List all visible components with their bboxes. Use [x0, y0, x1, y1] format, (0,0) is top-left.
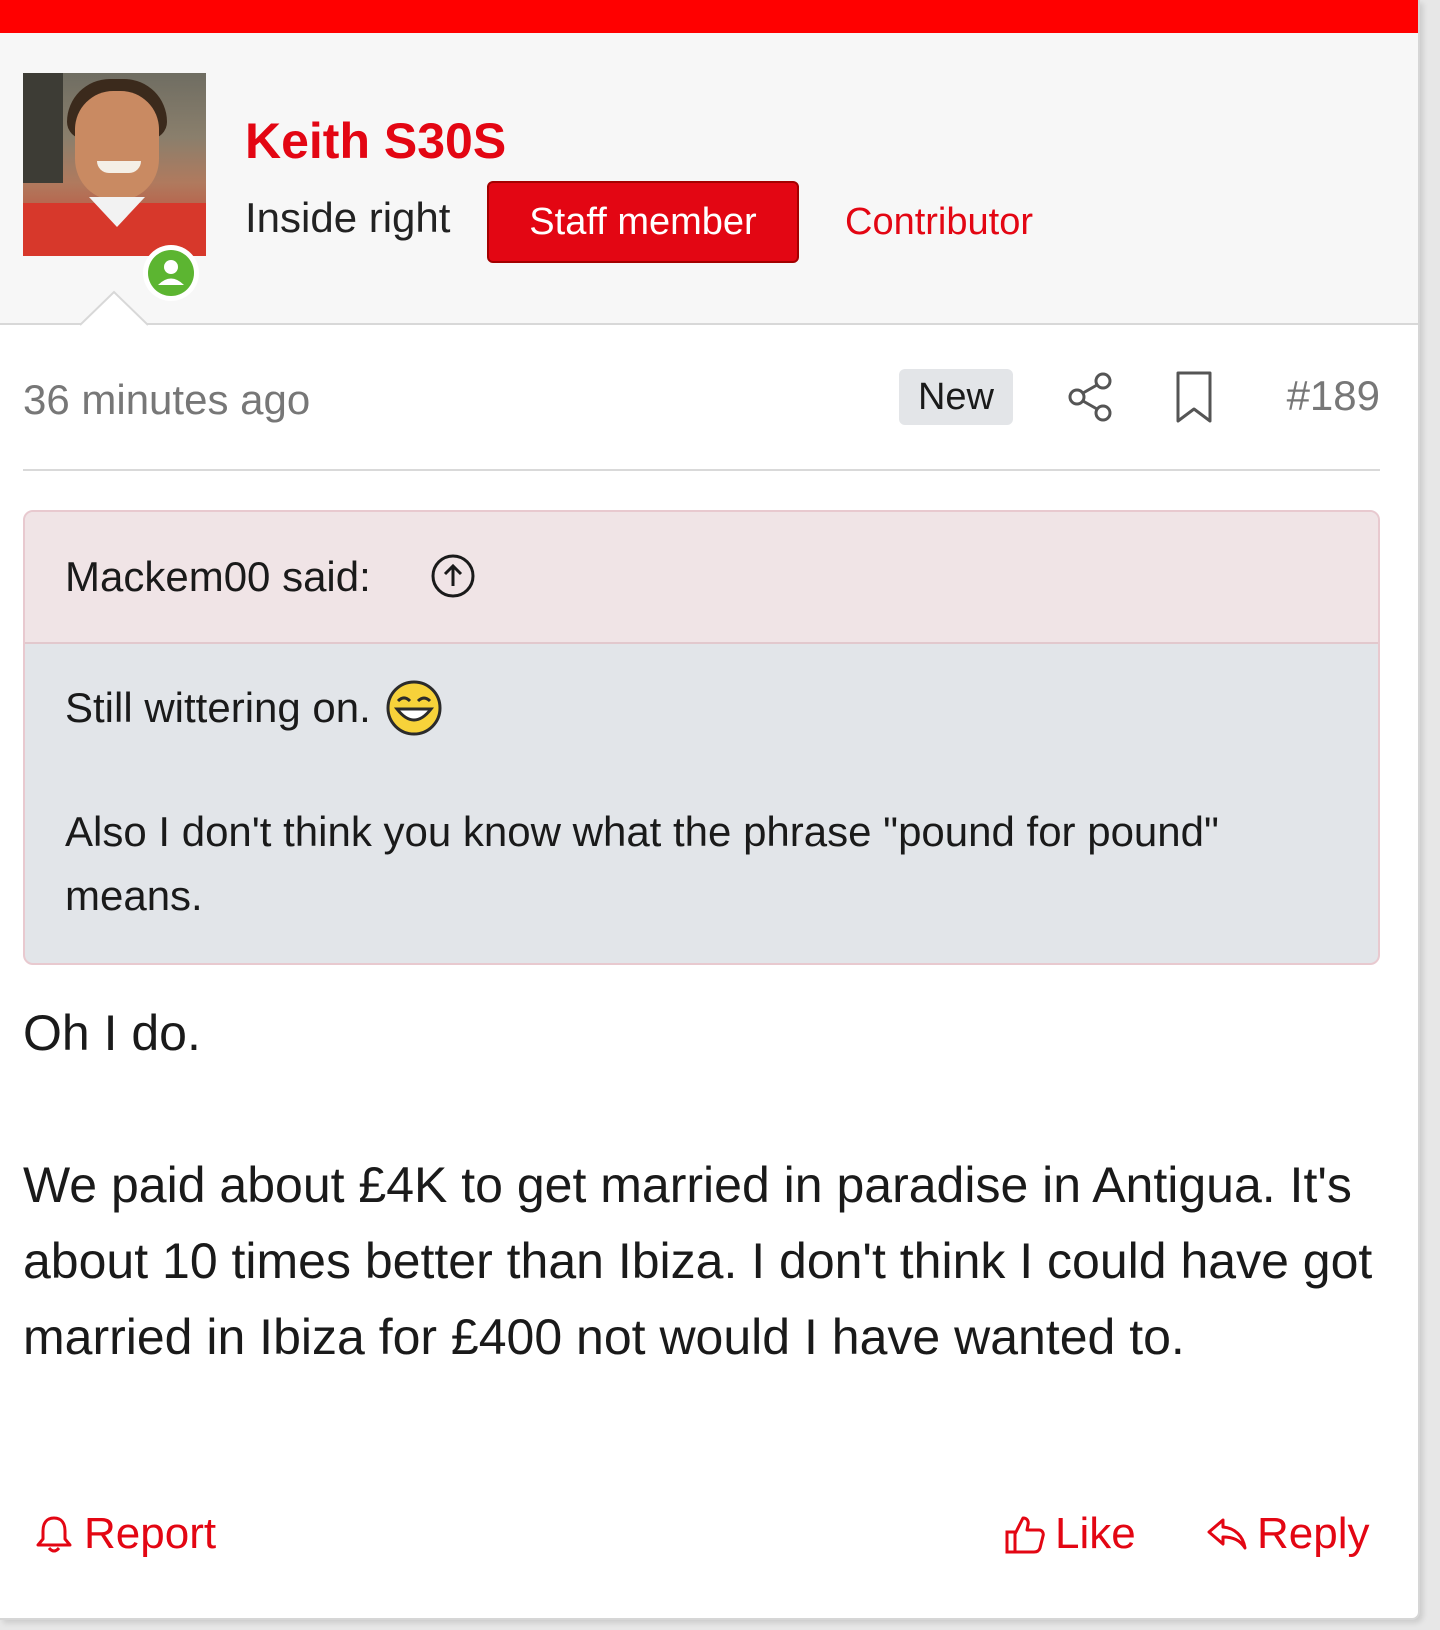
- header-pointer-arrow: [80, 290, 148, 326]
- post-number-link[interactable]: #189: [1287, 371, 1380, 421]
- new-badge: New: [899, 369, 1013, 425]
- message-paragraph: Oh I do.: [23, 1005, 201, 1061]
- post-timestamp[interactable]: 36 minutes ago: [23, 375, 310, 425]
- quote-body: Still wittering on. Also I don't think y…: [25, 644, 1378, 928]
- laughing-smiley-icon: [386, 680, 442, 736]
- bell-icon: [36, 1516, 72, 1553]
- reply-button[interactable]: Reply: [1205, 1506, 1370, 1562]
- report-button[interactable]: Report: [32, 1506, 216, 1562]
- reply-label: Reply: [1257, 1509, 1370, 1558]
- user-title: Inside right: [245, 194, 451, 241]
- top-accent-bar: [0, 0, 1418, 33]
- arrow-up-circle-icon[interactable]: [429, 552, 477, 600]
- post-actions: Report Like Reply: [0, 1498, 1418, 1568]
- like-label: Like: [1055, 1509, 1136, 1558]
- forum-post: Keith S30S Inside right Staff member Con…: [0, 0, 1420, 1620]
- staff-member-badge: Staff member: [487, 181, 799, 263]
- message-paragraph: We paid about £4K to get married in para…: [23, 1157, 1373, 1365]
- quote-header: Mackem00 said:: [25, 512, 1378, 644]
- reply-arrow-icon: [1207, 1518, 1247, 1550]
- username-link[interactable]: Keith S30S: [245, 111, 506, 171]
- online-user-icon: [143, 245, 199, 301]
- post-meta-row: 36 minutes ago New #189: [23, 345, 1380, 471]
- quote-author[interactable]: Mackem00 said:: [65, 552, 371, 602]
- quote-text-line: Still wittering on.: [65, 684, 371, 731]
- share-icon[interactable]: [1063, 369, 1119, 425]
- quote-text-paragraph: Also I don't think you know what the phr…: [65, 808, 1219, 919]
- contributor-badge: Contributor: [845, 201, 1033, 243]
- post-message: Oh I do. We paid about £4K to get marrie…: [23, 995, 1393, 1375]
- user-avatar[interactable]: [23, 73, 206, 256]
- thumbs-up-icon: [1005, 1516, 1045, 1554]
- user-header: Keith S30S Inside right Staff member Con…: [0, 33, 1418, 325]
- bookmark-icon[interactable]: [1170, 369, 1218, 425]
- like-button[interactable]: Like: [1003, 1506, 1136, 1562]
- report-label: Report: [84, 1509, 217, 1558]
- quote-block: Mackem00 said: Still wittering on. Also …: [23, 510, 1380, 965]
